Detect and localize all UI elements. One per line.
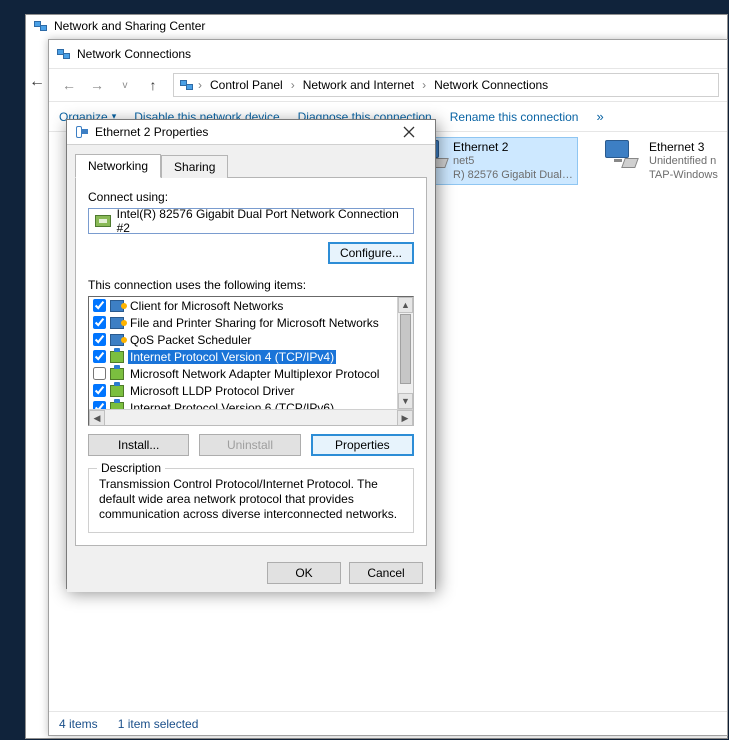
component-row[interactable]: Internet Protocol Version 6 (TCP/IPv6) <box>89 399 397 409</box>
description-text: Transmission Control Protocol/Internet P… <box>99 477 403 522</box>
nav-forward-button[interactable]: → <box>85 73 109 97</box>
component-checkbox[interactable] <box>93 384 106 397</box>
adapter-device: R) 82576 Gigabit Dual ... <box>453 168 573 182</box>
component-row[interactable]: Client for Microsoft Networks <box>89 297 397 314</box>
status-selected: 1 item selected <box>118 717 199 731</box>
component-label: Microsoft LLDP Protocol Driver <box>128 384 297 398</box>
adapter-status: Unidentified n <box>649 154 718 168</box>
scroll-left-button[interactable]: ◀ <box>89 410 105 426</box>
address-icon <box>178 77 194 93</box>
vertical-scrollbar[interactable]: ▲ ▼ <box>397 297 413 409</box>
breadcrumb: ← → v ↑ › Control Panel › Network and In… <box>49 68 727 102</box>
component-label: File and Printer Sharing for Microsoft N… <box>128 316 381 330</box>
components-list[interactable]: Client for Microsoft Networks File and Pr… <box>88 296 414 426</box>
scroll-up-button[interactable]: ▲ <box>398 297 413 313</box>
component-label: Internet Protocol Version 4 (TCP/IPv4) <box>128 350 336 364</box>
component-row[interactable]: Microsoft LLDP Protocol Driver <box>89 382 397 399</box>
uninstall-button: Uninstall <box>199 434 300 456</box>
component-checkbox[interactable] <box>93 333 106 346</box>
scroll-right-button[interactable]: ▶ <box>397 410 413 426</box>
protocol-icon <box>110 402 124 410</box>
protocol-icon <box>110 368 124 380</box>
back-icon[interactable]: ← <box>29 73 47 91</box>
description-group: Description Transmission Control Protoco… <box>88 468 414 533</box>
service-icon <box>110 300 124 312</box>
adapter-device: TAP-Windows <box>649 168 718 182</box>
properties-button[interactable]: Properties <box>311 434 414 456</box>
adapter-name: Ethernet 3 <box>649 140 718 154</box>
tab-networking[interactable]: Networking <box>75 154 161 178</box>
component-checkbox[interactable] <box>93 401 106 409</box>
nav-recent-button[interactable]: v <box>113 73 137 97</box>
close-icon <box>403 126 415 138</box>
crumb-network-connections[interactable]: Network Connections <box>430 76 552 94</box>
nav-up-button[interactable]: ↑ <box>141 73 165 97</box>
nav-back-button[interactable]: ← <box>57 73 81 97</box>
crumb-control-panel[interactable]: Control Panel <box>206 76 287 94</box>
nsc-title: Network and Sharing Center <box>54 19 205 33</box>
tab-sharing[interactable]: Sharing <box>161 155 228 178</box>
chevron-right-icon: › <box>289 78 297 92</box>
adapter-name-text: Intel(R) 82576 Gigabit Dual Port Network… <box>117 207 407 235</box>
dialog-title: Ethernet 2 Properties <box>95 125 208 139</box>
component-row[interactable]: File and Printer Sharing for Microsoft N… <box>89 314 397 331</box>
protocol-icon <box>110 385 124 397</box>
component-row[interactable]: Internet Protocol Version 4 (TCP/IPv4) <box>89 348 397 365</box>
cancel-button[interactable]: Cancel <box>349 562 423 584</box>
crumb-network-internet[interactable]: Network and Internet <box>299 76 418 94</box>
component-label: QoS Packet Scheduler <box>128 333 253 347</box>
component-label: Internet Protocol Version 6 (TCP/IPv6) <box>128 401 336 410</box>
rename-button[interactable]: Rename this connection <box>450 110 579 124</box>
scroll-thumb[interactable] <box>400 314 411 384</box>
configure-button[interactable]: Configure... <box>328 242 414 264</box>
description-label: Description <box>97 461 165 475</box>
adapter-name: Ethernet 2 <box>453 140 573 154</box>
chevron-right-icon: › <box>420 78 428 92</box>
nc-title: Network Connections <box>77 47 191 61</box>
component-row[interactable]: Microsoft Network Adapter Multiplexor Pr… <box>89 365 397 382</box>
close-button[interactable] <box>391 120 427 144</box>
adapter-tile-ethernet-3[interactable]: Ethernet 3 Unidentified n TAP-Windows <box>597 138 729 184</box>
nic-icon <box>95 215 111 227</box>
service-icon <box>110 317 124 329</box>
items-label: This connection uses the following items… <box>88 278 414 292</box>
service-icon <box>110 334 124 346</box>
component-checkbox[interactable] <box>93 350 106 363</box>
install-button[interactable]: Install... <box>88 434 189 456</box>
component-label: Client for Microsoft Networks <box>128 299 285 313</box>
horizontal-scrollbar[interactable]: ◀ ▶ <box>89 409 413 425</box>
adapter-field: Intel(R) 82576 Gigabit Dual Port Network… <box>88 208 414 234</box>
ethernet-icon <box>75 125 89 139</box>
ethernet-properties-dialog: Ethernet 2 Properties Networking Sharing… <box>66 119 436 589</box>
component-checkbox[interactable] <box>93 316 106 329</box>
toolbar-overflow[interactable]: » <box>596 109 603 124</box>
adapter-status: net5 <box>453 154 573 168</box>
adapter-icon <box>601 140 641 174</box>
component-label: Microsoft Network Adapter Multiplexor Pr… <box>128 367 381 381</box>
scroll-down-button[interactable]: ▼ <box>398 393 413 409</box>
chevron-right-icon: › <box>196 78 204 92</box>
network-connections-icon <box>55 46 71 62</box>
status-count: 4 items <box>59 717 98 731</box>
component-checkbox[interactable] <box>93 299 106 312</box>
component-row[interactable]: QoS Packet Scheduler <box>89 331 397 348</box>
tab-panel-networking: Connect using: Intel(R) 82576 Gigabit Du… <box>75 177 427 546</box>
connect-using-label: Connect using: <box>88 190 414 204</box>
protocol-icon <box>110 351 124 363</box>
network-sharing-center-icon <box>32 18 48 34</box>
ok-button[interactable]: OK <box>267 562 341 584</box>
status-bar: 4 items 1 item selected <box>49 711 727 735</box>
address-bar[interactable]: › Control Panel › Network and Internet ›… <box>173 73 719 97</box>
component-checkbox[interactable] <box>93 367 106 380</box>
